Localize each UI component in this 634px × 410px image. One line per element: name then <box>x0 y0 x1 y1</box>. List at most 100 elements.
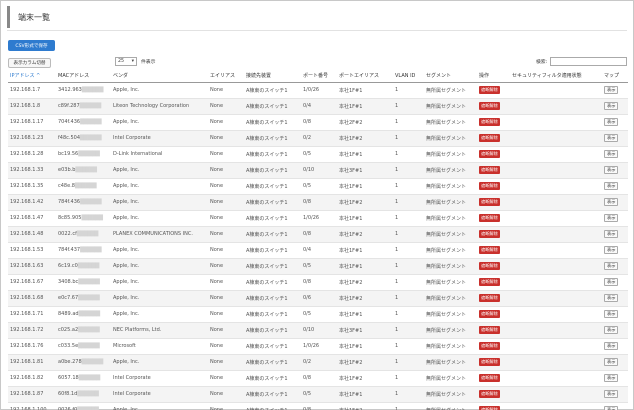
cell-map: 表示 <box>602 306 628 323</box>
cell-filter-status <box>510 402 602 410</box>
unblock-button[interactable]: 遮断解除 <box>479 358 500 366</box>
column-header-vendor[interactable]: ベンダ <box>111 70 208 83</box>
cell-filter-status <box>510 210 602 227</box>
cell-filter-status <box>510 130 602 147</box>
cell-port-alias: 本社1F#1 <box>337 82 393 99</box>
cell-map: 表示 <box>602 354 628 371</box>
cell-vlan: 1 <box>393 290 424 307</box>
unblock-button[interactable]: 遮断解除 <box>479 166 500 174</box>
cell-port: 0/8 <box>301 370 337 387</box>
map-view-button[interactable]: 表示 <box>604 390 619 398</box>
cell-mac: e0c7.67██████ <box>56 290 111 307</box>
map-view-button[interactable]: 表示 <box>604 310 619 318</box>
unblock-button[interactable]: 遮断解除 <box>479 118 500 126</box>
unblock-button[interactable]: 遮断解除 <box>479 134 500 142</box>
cell-segment: 無所属セグメント <box>424 226 477 243</box>
unblock-button[interactable]: 遮断解除 <box>479 86 500 94</box>
mac-mask: ██████ <box>81 359 104 365</box>
cell-vlan: 1 <box>393 338 424 355</box>
map-view-button[interactable]: 表示 <box>604 118 619 126</box>
unblock-button[interactable]: 遮断解除 <box>479 102 500 110</box>
table-row: 192.168.1.63 6c19.c0██████ Apple, Inc. None… <box>8 258 628 275</box>
unblock-button[interactable]: 遮断解除 <box>479 246 500 254</box>
unblock-button[interactable]: 遮断解除 <box>479 310 500 318</box>
cell-map: 表示 <box>602 242 628 259</box>
unblock-button[interactable]: 遮断解除 <box>479 374 500 382</box>
cell-vendor: Apple, Inc. <box>111 114 208 131</box>
cell-vlan: 1 <box>393 130 424 147</box>
cell-alias: None <box>208 274 244 291</box>
column-header-alias[interactable]: エイリアス <box>208 70 244 83</box>
cell-alias: None <box>208 322 244 339</box>
cell-port: 1/0/26 <box>301 82 337 99</box>
cell-filter-status <box>510 178 602 195</box>
cell-device: A棟東のスイッチ1 <box>244 178 301 195</box>
unblock-button[interactable]: 遮断解除 <box>479 198 500 206</box>
cell-filter-status <box>510 386 602 403</box>
column-toggle-button[interactable]: 表示カラム切替 <box>8 58 51 68</box>
map-view-button[interactable]: 表示 <box>604 166 619 174</box>
column-header-segment[interactable]: セグメント <box>424 70 477 83</box>
map-view-button[interactable]: 表示 <box>604 326 619 334</box>
map-view-button[interactable]: 表示 <box>604 198 619 206</box>
map-view-button[interactable]: 表示 <box>604 214 619 222</box>
cell-filter-status <box>510 82 602 99</box>
column-header-mac[interactable]: MACアドレス <box>56 70 111 83</box>
unblock-button[interactable]: 遮断解除 <box>479 406 500 410</box>
column-header-vlan[interactable]: VLAN ID <box>393 70 424 83</box>
table-row: 192.168.1.82 6057.18██████ Intel Corporate… <box>8 370 628 387</box>
cell-vendor: Apple, Inc. <box>111 354 208 371</box>
terminal-table: IPアドレス ^ MACアドレス ベンダ エイリアス 接続先装置 ポート番号 ポ… <box>8 70 628 410</box>
map-view-button[interactable]: 表示 <box>604 86 619 94</box>
column-header-device[interactable]: 接続先装置 <box>244 70 301 83</box>
csv-export-button[interactable]: CSV形式で保存 <box>8 40 55 51</box>
header-divider <box>7 30 627 31</box>
map-view-button[interactable]: 表示 <box>604 294 619 302</box>
search-input[interactable] <box>550 57 628 66</box>
map-view-button[interactable]: 表示 <box>604 342 619 350</box>
map-view-button[interactable]: 表示 <box>604 278 619 286</box>
unblock-button[interactable]: 遮断解除 <box>479 326 500 334</box>
cell-map: 表示 <box>602 194 628 211</box>
cell-device: A棟東のスイッチ1 <box>244 402 301 410</box>
cell-port-alias: 本社1F#2 <box>337 226 393 243</box>
cell-vendor: Apple, Inc. <box>111 82 208 99</box>
cell-port-alias: 本社1F#2 <box>337 370 393 387</box>
unblock-button[interactable]: 遮断解除 <box>479 342 500 350</box>
unblock-button[interactable]: 遮断解除 <box>479 182 500 190</box>
cell-map: 表示 <box>602 130 628 147</box>
map-view-button[interactable]: 表示 <box>604 262 619 270</box>
cell-mac: 0026.f0██████ <box>56 402 111 410</box>
unblock-button[interactable]: 遮断解除 <box>479 390 500 398</box>
column-header-port-alias[interactable]: ポートエイリアス <box>337 70 393 83</box>
map-view-button[interactable]: 表示 <box>604 150 619 158</box>
map-view-button[interactable]: 表示 <box>604 230 619 238</box>
unblock-button[interactable]: 遮断解除 <box>479 262 500 270</box>
cell-filter-status <box>510 146 602 163</box>
map-view-button[interactable]: 表示 <box>604 358 619 366</box>
column-header-ip[interactable]: IPアドレス ^ <box>8 70 56 83</box>
column-header-port[interactable]: ポート番号 <box>301 70 337 83</box>
cell-vlan: 1 <box>393 146 424 163</box>
unblock-button[interactable]: 遮断解除 <box>479 278 500 286</box>
unblock-button[interactable]: 遮断解除 <box>479 214 500 222</box>
table-row: 192.168.1.81 a0be.278██████ Apple, Inc. Non… <box>8 354 628 371</box>
unblock-button[interactable]: 遮断解除 <box>479 150 500 158</box>
cell-port: 0/8 <box>301 114 337 131</box>
column-header-operation[interactable]: 操作 <box>477 70 510 83</box>
cell-map: 表示 <box>602 370 628 387</box>
column-header-map[interactable]: マップ <box>602 70 628 83</box>
cell-operation: 遮断解除 <box>477 306 510 323</box>
column-header-filter-status[interactable]: セキュリティフィルタ適用状態 <box>510 70 602 83</box>
map-view-button[interactable]: 表示 <box>604 406 619 410</box>
map-view-button[interactable]: 表示 <box>604 182 619 190</box>
cell-mac: c033.5e██████ <box>56 338 111 355</box>
unblock-button[interactable]: 遮断解除 <box>479 230 500 238</box>
map-view-button[interactable]: 表示 <box>604 246 619 254</box>
unblock-button[interactable]: 遮断解除 <box>479 294 500 302</box>
map-view-button[interactable]: 表示 <box>604 102 619 110</box>
map-view-button[interactable]: 表示 <box>604 374 619 382</box>
table-row: 192.168.1.42 784f.436██████ Apple, Inc. Non… <box>8 194 628 211</box>
map-view-button[interactable]: 表示 <box>604 134 619 142</box>
page-size-select[interactable]: 25 ▾ <box>115 57 137 66</box>
